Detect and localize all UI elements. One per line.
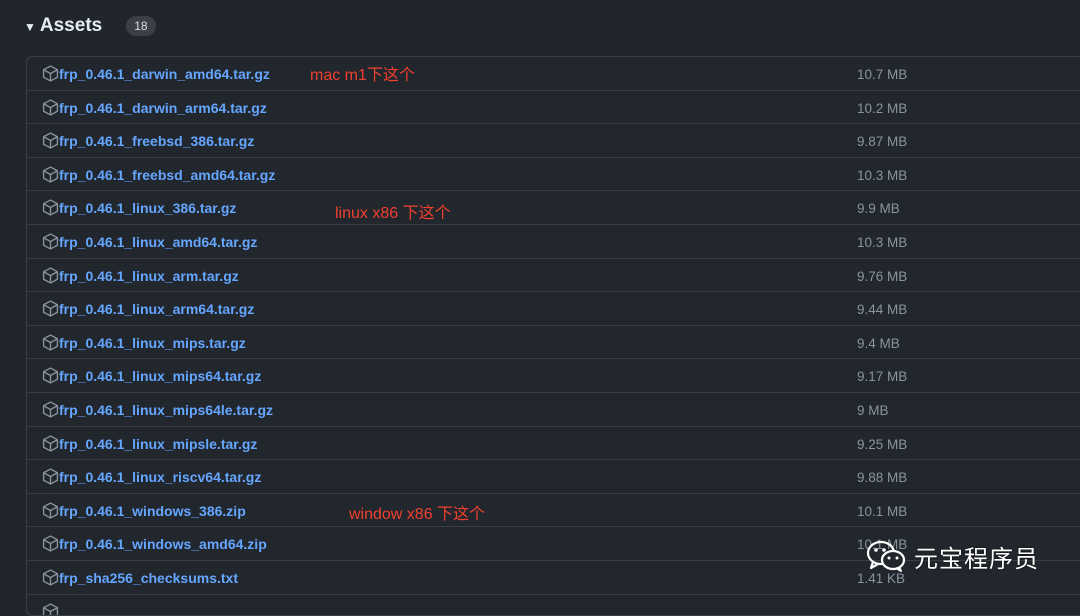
asset-size: 10.2 MB: [857, 100, 908, 116]
asset-size: 10.3 MB: [857, 235, 908, 250]
package-icon: [42, 65, 59, 82]
asset-row: frp_0.46.1_linux_386.tar.gz 9.9 MB: [27, 191, 1080, 225]
asset-link[interactable]: frp_0.46.1_linux_mips64.tar.gz: [59, 368, 261, 384]
asset-link[interactable]: frp_0.46.1_freebsd_386.tar.gz: [59, 133, 254, 149]
asset-row: [27, 595, 1080, 615]
annotation-mac: mac m1下这个: [310, 67, 415, 84]
asset-row: frp_0.46.1_linux_riscv64.tar.gz 9.88 MB: [27, 460, 1080, 494]
asset-link[interactable]: frp_0.46.1_windows_386.zip: [59, 503, 246, 519]
assets-header[interactable]: ▼ Assets 18: [24, 10, 156, 42]
asset-link[interactable]: frp_0.46.1_linux_386.tar.gz: [59, 200, 236, 216]
asset-row: frp_0.46.1_freebsd_386.tar.gz 9.87 MB: [27, 124, 1080, 158]
asset-row: frp_0.46.1_windows_386.zip 10.1 MB: [27, 494, 1080, 528]
package-icon: [42, 132, 59, 149]
package-icon: [42, 569, 59, 586]
annotation-windows: window x86 下这个: [349, 506, 486, 523]
asset-link[interactable]: frp_sha256_checksums.txt: [59, 570, 238, 586]
asset-row: frp_0.46.1_linux_arm.tar.gz 9.76 MB: [27, 259, 1080, 293]
asset-link[interactable]: frp_0.46.1_linux_mips64le.tar.gz: [59, 402, 273, 418]
asset-row: frp_0.46.1_linux_arm64.tar.gz 9.44 MB: [27, 292, 1080, 326]
assets-title: Assets: [39, 15, 103, 36]
asset-row: frp_0.46.1_freebsd_amd64.tar.gz 10.3 MB: [27, 158, 1080, 192]
asset-link[interactable]: frp_0.46.1_linux_riscv64.tar.gz: [59, 469, 261, 485]
asset-row: frp_0.46.1_linux_amd64.tar.gz 10.3 MB: [27, 225, 1080, 259]
watermark: 元宝程序员: [866, 536, 1039, 576]
asset-size: 10.3 MB: [857, 167, 908, 183]
assets-count-badge: 18: [126, 16, 156, 36]
caret-down-icon[interactable]: ▼: [24, 20, 36, 34]
asset-size: 9.44 MB: [857, 302, 908, 318]
asset-row: frp_0.46.1_linux_mips64.tar.gz 9.17 MB: [27, 359, 1080, 393]
package-icon: [42, 334, 59, 351]
asset-size: 9.25 MB: [857, 436, 908, 452]
asset-size: 9.4 MB: [857, 335, 900, 351]
asset-size: 9 MB: [857, 403, 889, 418]
asset-link[interactable]: frp_0.46.1_linux_mips.tar.gz: [59, 335, 246, 351]
asset-row: frp_0.46.1_linux_mips64le.tar.gz 9 MB: [27, 393, 1080, 427]
asset-link[interactable]: frp_0.46.1_darwin_arm64.tar.gz: [59, 100, 267, 116]
package-icon: [42, 166, 59, 183]
assets-list: frp_0.46.1_darwin_amd64.tar.gz 10.7 MB f…: [26, 56, 1080, 616]
asset-size: 10.1 MB: [857, 503, 908, 519]
package-icon: [42, 502, 59, 519]
watermark-text: 元宝程序员: [914, 545, 1039, 573]
asset-size: 10.7 MB: [857, 67, 908, 82]
package-icon: [42, 266, 59, 284]
asset-size: 9.87 MB: [857, 134, 908, 150]
asset-link[interactable]: frp_0.46.1_windows_amd64.zip: [59, 536, 267, 552]
package-icon: [42, 602, 59, 615]
asset-size: 9.76 MB: [857, 268, 908, 284]
asset-row: frp_0.46.1_linux_mipsle.tar.gz 9.25 MB: [27, 427, 1080, 461]
package-icon: [42, 367, 59, 385]
package-icon: [42, 98, 59, 116]
asset-link[interactable]: frp_0.46.1_linux_mipsle.tar.gz: [59, 436, 257, 452]
package-icon: [42, 535, 59, 553]
asset-row: frp_0.46.1_darwin_arm64.tar.gz 10.2 MB: [27, 91, 1080, 125]
asset-link[interactable]: frp_0.46.1_linux_amd64.tar.gz: [59, 234, 257, 250]
asset-row: frp_0.46.1_darwin_amd64.tar.gz 10.7 MB: [27, 57, 1080, 91]
package-icon: [42, 233, 59, 250]
asset-size: 9.88 MB: [857, 470, 908, 486]
asset-link[interactable]: frp_0.46.1_linux_arm.tar.gz: [59, 268, 239, 284]
asset-row: frp_0.46.1_linux_mips.tar.gz 9.4 MB: [27, 326, 1080, 360]
package-icon: [42, 468, 59, 485]
wechat-icon: [866, 540, 906, 572]
asset-link[interactable]: frp_0.46.1_freebsd_amd64.tar.gz: [59, 167, 275, 183]
package-icon: [42, 300, 59, 317]
annotation-linux: linux x86 下这个: [335, 205, 451, 222]
package-icon: [42, 199, 59, 217]
package-icon: [42, 434, 59, 452]
package-icon: [42, 401, 59, 418]
asset-link[interactable]: frp_0.46.1_darwin_amd64.tar.gz: [59, 66, 270, 82]
asset-size: 9.9 MB: [857, 201, 900, 217]
asset-size: 9.17 MB: [857, 369, 908, 385]
asset-link[interactable]: frp_0.46.1_linux_arm64.tar.gz: [59, 301, 254, 317]
